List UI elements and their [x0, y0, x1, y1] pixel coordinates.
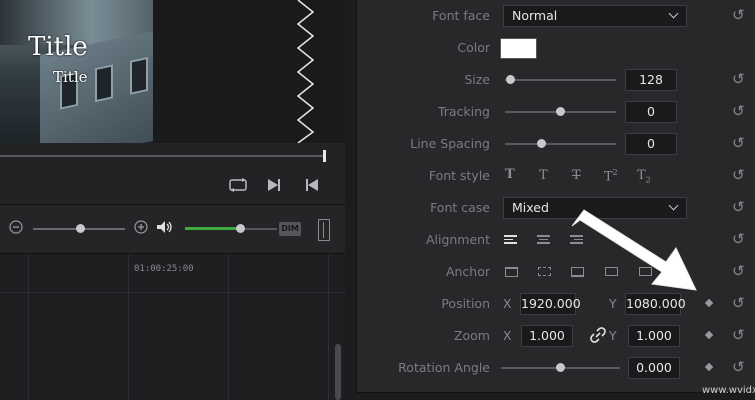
- rotation-angle-label: Rotation Angle: [398, 360, 490, 375]
- zoom-x-label: X: [503, 328, 512, 343]
- reset-icon[interactable]: ↺: [732, 71, 745, 87]
- title-small: Title: [53, 68, 88, 86]
- superscript-icon[interactable]: T2: [604, 168, 618, 184]
- viewer-background: [153, 0, 345, 143]
- timeline-scrollbar[interactable]: [335, 344, 341, 400]
- reset-icon[interactable]: ↺: [732, 295, 745, 311]
- font-case-label: Font case: [430, 200, 490, 215]
- align-center-icon[interactable]: [537, 233, 550, 246]
- viewer: Title Title: [0, 0, 345, 143]
- bold-icon[interactable]: T: [505, 167, 515, 182]
- zoom-x-field[interactable]: 1.000: [521, 325, 573, 347]
- volume-slider-handle[interactable]: [235, 224, 245, 233]
- font-face-value: Normal: [512, 8, 558, 23]
- position-y-label: Y: [609, 296, 617, 311]
- torn-edge: [296, 0, 315, 143]
- tracking-field[interactable]: 0: [625, 101, 677, 123]
- transport-bar: [0, 168, 345, 205]
- color-swatch[interactable]: [500, 38, 537, 59]
- zoom-out-icon[interactable]: [9, 220, 23, 234]
- chevron-down-icon: [668, 8, 679, 19]
- position-x-label: X: [503, 296, 512, 311]
- position-label: Position: [441, 296, 490, 311]
- dim-button[interactable]: DIM: [279, 222, 301, 236]
- play-frame-icon[interactable]: [267, 178, 281, 192]
- anchor-top-icon[interactable]: [505, 267, 518, 277]
- line-spacing-slider[interactable]: [505, 143, 616, 145]
- font-face-dropdown[interactable]: Normal: [503, 5, 687, 27]
- timeline: [0, 254, 345, 400]
- reset-icon[interactable]: ↺: [732, 327, 745, 343]
- size-label: Size: [464, 72, 490, 87]
- size-slider-handle[interactable]: [506, 75, 516, 84]
- reset-icon[interactable]: ↺: [732, 359, 745, 375]
- anchor-label: Anchor: [445, 264, 490, 279]
- go-to-end-icon[interactable]: [305, 178, 319, 192]
- link-icon[interactable]: [590, 327, 606, 343]
- alignment-label: Alignment: [425, 232, 490, 247]
- title-large: Title: [28, 32, 88, 62]
- italic-icon[interactable]: T: [539, 168, 548, 183]
- zoom-y-label: Y: [609, 328, 617, 343]
- align-left-icon[interactable]: [504, 233, 517, 246]
- font-face-label: Font face: [432, 8, 490, 23]
- reset-icon[interactable]: ↺: [732, 135, 745, 151]
- zoom-slider-handle[interactable]: [76, 224, 86, 233]
- loop-icon[interactable]: [229, 178, 247, 192]
- rotation-angle-field[interactable]: 0.000: [628, 357, 680, 379]
- reset-icon[interactable]: ↺: [732, 231, 745, 247]
- reset-icon[interactable]: ↺: [732, 263, 745, 279]
- zoom-in-icon[interactable]: [134, 220, 148, 234]
- scrubber-track[interactable]: [0, 155, 326, 157]
- size-field[interactable]: 128: [625, 69, 677, 91]
- tracking-label: Tracking: [437, 104, 490, 119]
- font-case-value: Mixed: [512, 200, 549, 215]
- reset-icon[interactable]: ↺: [732, 103, 745, 119]
- font-style-label: Font style: [428, 168, 490, 183]
- watermark: www.wvidx.com: [702, 385, 755, 396]
- strikethrough-icon[interactable]: T: [572, 168, 581, 183]
- color-label: Color: [457, 40, 490, 55]
- timecode-label: 01:00:25:00: [134, 264, 194, 274]
- playhead-handle[interactable]: [323, 150, 326, 162]
- reset-icon[interactable]: ↺: [732, 199, 745, 215]
- rotation-slider-handle[interactable]: [556, 363, 565, 372]
- reset-icon[interactable]: ↺: [732, 7, 745, 23]
- position-y-field[interactable]: 1080.000: [625, 293, 686, 315]
- zoom-y-field[interactable]: 1.000: [628, 325, 680, 347]
- volume-level: [185, 227, 241, 230]
- annotation-arrow: [571, 209, 697, 291]
- reset-icon[interactable]: ↺: [732, 167, 745, 183]
- meter-icon: [318, 219, 330, 241]
- zoom-label: Zoom: [453, 328, 490, 343]
- position-x-field[interactable]: 1920.000: [520, 293, 581, 315]
- line-spacing-label: Line Spacing: [410, 136, 490, 151]
- speaker-icon[interactable]: [156, 220, 174, 234]
- line-spacing-field[interactable]: 0: [625, 133, 677, 155]
- tracking-slider-handle[interactable]: [556, 107, 565, 116]
- subscript-icon[interactable]: T2: [637, 168, 651, 185]
- size-slider[interactable]: [505, 79, 616, 81]
- anchor-middle-icon[interactable]: [538, 267, 551, 276]
